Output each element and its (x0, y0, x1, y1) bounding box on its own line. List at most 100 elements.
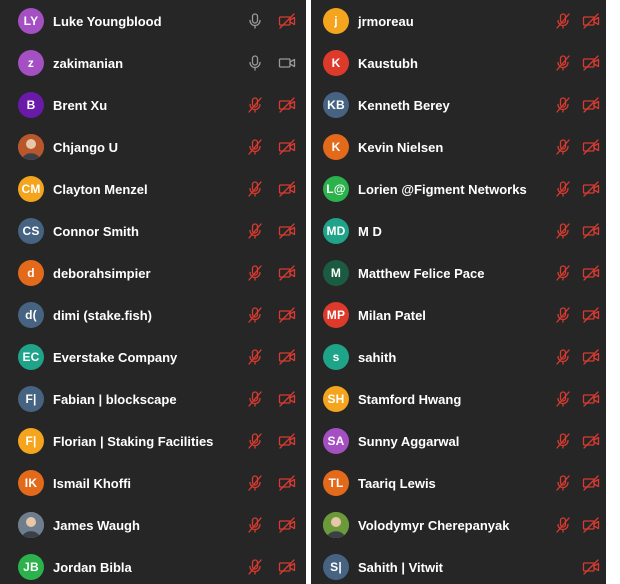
participant-row[interactable]: IK Ismail Khoffi (0, 462, 306, 504)
participant-row[interactable]: KB Kenneth Berey (311, 84, 606, 126)
microphone-icon[interactable] (246, 12, 264, 30)
video-off-icon[interactable] (582, 474, 600, 492)
video-off-icon[interactable] (278, 516, 296, 534)
participant-row[interactable]: SA Sunny Aggarwal (311, 420, 606, 462)
video-off-icon[interactable] (582, 222, 600, 240)
microphone-muted-icon[interactable] (246, 558, 264, 576)
microphone-muted-icon[interactable] (554, 222, 572, 240)
microphone-muted-icon[interactable] (554, 390, 572, 408)
video-off-icon[interactable] (278, 558, 296, 576)
microphone-muted-icon[interactable] (246, 348, 264, 366)
participant-name: sahith (358, 349, 397, 365)
participant-row[interactable]: z zakimanian (0, 42, 306, 84)
video-off-icon[interactable] (582, 348, 600, 366)
microphone-muted-icon[interactable] (246, 516, 264, 534)
avatar: SH (323, 386, 349, 412)
participant-row[interactable]: K Kevin Nielsen (311, 126, 606, 168)
participant-row[interactable]: L@ Lorien @Figment Networks (311, 168, 606, 210)
microphone-icon[interactable] (246, 54, 264, 72)
microphone-muted-icon[interactable] (554, 306, 572, 324)
microphone-muted-icon[interactable] (246, 306, 264, 324)
video-off-icon[interactable] (582, 96, 600, 114)
participant-row[interactable]: K Kaustubh (311, 42, 606, 84)
video-off-icon[interactable] (278, 390, 296, 408)
participant-name: Stamford Hwang (358, 391, 462, 407)
participant-row[interactable]: S| Sahith | Vitwit (311, 546, 606, 584)
microphone-muted-icon[interactable] (554, 180, 572, 198)
participant-row[interactable]: James Waugh (0, 504, 306, 546)
participant-row[interactable]: F| Fabian | blockscape (0, 378, 306, 420)
participant-row[interactable]: CM Clayton Menzel (0, 168, 306, 210)
video-off-icon[interactable] (278, 474, 296, 492)
participant-name: James Waugh (53, 517, 140, 533)
video-off-icon[interactable] (582, 306, 600, 324)
avatar: F| (18, 386, 44, 412)
video-off-icon[interactable] (582, 12, 600, 30)
participant-row[interactable]: M Matthew Felice Pace (311, 252, 606, 294)
microphone-muted-icon[interactable] (554, 54, 572, 72)
participant-row[interactable]: EC Everstake Company (0, 336, 306, 378)
avatar: z (18, 50, 44, 76)
video-off-icon[interactable] (278, 348, 296, 366)
video-off-icon[interactable] (582, 390, 600, 408)
microphone-muted-icon[interactable] (246, 180, 264, 198)
microphone-muted-icon[interactable] (554, 348, 572, 366)
microphone-muted-icon[interactable] (246, 264, 264, 282)
video-off-icon[interactable] (278, 180, 296, 198)
microphone-muted-icon[interactable] (554, 432, 572, 450)
video-off-icon[interactable] (278, 12, 296, 30)
video-off-icon[interactable] (278, 306, 296, 324)
video-off-icon[interactable] (582, 264, 600, 282)
video-camera-icon[interactable] (278, 54, 296, 72)
participant-row[interactable]: TL Taariq Lewis (311, 462, 606, 504)
participant-row[interactable]: d deborahsimpier (0, 252, 306, 294)
avatar (323, 512, 349, 538)
microphone-muted-icon[interactable] (246, 474, 264, 492)
participant-row[interactable]: B Brent Xu (0, 84, 306, 126)
participant-row[interactable]: LY Luke Youngblood (0, 0, 306, 42)
avatar: IK (18, 470, 44, 496)
participant-row[interactable]: JB Jordan Bibla (0, 546, 306, 584)
microphone-muted-icon[interactable] (554, 96, 572, 114)
microphone-muted-icon[interactable] (554, 516, 572, 534)
participants-list-right: j jrmoreau K Kaustubh KB Kenneth Berey K Kevin … (311, 0, 606, 584)
participant-name: Volodymyr Cherepanyak (358, 517, 510, 533)
video-off-icon[interactable] (582, 54, 600, 72)
participant-row[interactable]: Chjango U (0, 126, 306, 168)
microphone-muted-icon[interactable] (554, 474, 572, 492)
participant-row[interactable]: MP Milan Patel (311, 294, 606, 336)
participant-row[interactable]: s sahith (311, 336, 606, 378)
microphone-muted-icon[interactable] (246, 96, 264, 114)
video-off-icon[interactable] (582, 432, 600, 450)
participant-row[interactable]: SH Stamford Hwang (311, 378, 606, 420)
avatar: MP (323, 302, 349, 328)
microphone-muted-icon[interactable] (554, 264, 572, 282)
video-off-icon[interactable] (582, 558, 600, 576)
video-off-icon[interactable] (278, 432, 296, 450)
microphone-muted-icon[interactable] (554, 138, 572, 156)
participant-row[interactable]: d(dimi (stake.fish) (0, 294, 306, 336)
microphone-muted-icon[interactable] (246, 432, 264, 450)
participant-name: Matthew Felice Pace (358, 265, 485, 281)
participant-row[interactable]: MD M D (311, 210, 606, 252)
participant-row[interactable]: CS Connor Smith (0, 210, 306, 252)
video-off-icon[interactable] (582, 180, 600, 198)
video-off-icon[interactable] (582, 138, 600, 156)
video-off-icon[interactable] (278, 138, 296, 156)
video-off-icon[interactable] (278, 264, 296, 282)
participant-row[interactable]: j jrmoreau (311, 0, 606, 42)
microphone-muted-icon[interactable] (246, 390, 264, 408)
video-off-icon[interactable] (278, 96, 296, 114)
participant-name: Chjango U (53, 139, 118, 155)
participants-list-left: LY Luke Youngblood z zakimanian B Brent Xu Chj… (0, 0, 306, 584)
participant-row[interactable]: F| Florian | Staking Facilities (0, 420, 306, 462)
microphone-muted-icon[interactable] (246, 222, 264, 240)
video-off-icon[interactable] (582, 516, 600, 534)
avatar: L@ (323, 176, 349, 202)
microphone-muted-icon[interactable] (246, 138, 264, 156)
microphone-muted-icon[interactable] (554, 12, 572, 30)
participant-name: dimi (stake.fish) (53, 307, 152, 323)
video-off-icon[interactable] (278, 222, 296, 240)
participant-row[interactable]: Volodymyr Cherepanyak (311, 504, 606, 546)
participant-name: Connor Smith (53, 223, 139, 239)
